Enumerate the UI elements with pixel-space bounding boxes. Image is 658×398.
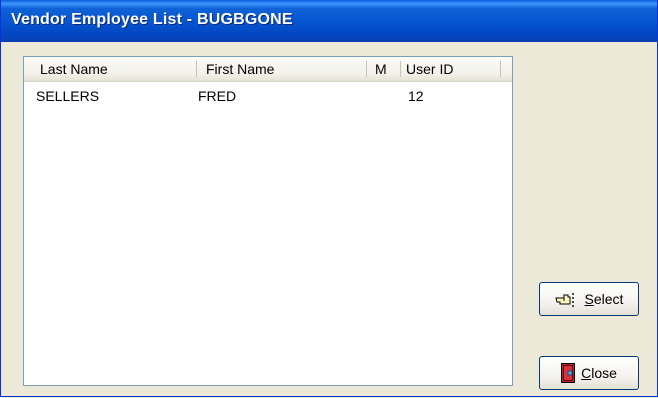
vendor-employee-dialog: Vendor Employee List - BUGBGONE Last Nam…: [0, 0, 658, 397]
select-button[interactable]: Select: [539, 282, 639, 316]
column-header-first-name[interactable]: First Name: [196, 57, 366, 81]
column-header-last-name[interactable]: Last Name: [24, 57, 196, 81]
title-bar[interactable]: Vendor Employee List - BUGBGONE: [1, 0, 657, 42]
cell-last-name: SELLERS: [36, 88, 100, 104]
door-exit-icon: [561, 363, 576, 383]
column-header-middle[interactable]: M: [366, 57, 400, 81]
select-button-label: Select: [584, 291, 624, 307]
close-button[interactable]: Close: [539, 356, 639, 390]
table-row[interactable]: SELLERS FRED 12: [24, 87, 512, 105]
pointing-hand-icon: [554, 290, 579, 308]
list-header: Last Name First Name M User ID: [24, 57, 512, 82]
employee-list[interactable]: Last Name First Name M User ID SELLERS F…: [23, 56, 513, 386]
column-header-user-id[interactable]: User ID: [400, 57, 512, 81]
cell-first-name: FRED: [198, 88, 237, 104]
column-divider[interactable]: [500, 61, 501, 77]
window-title: Vendor Employee List - BUGBGONE: [11, 11, 293, 28]
close-button-label: Close: [581, 365, 617, 381]
cell-user-id: 12: [408, 88, 424, 104]
